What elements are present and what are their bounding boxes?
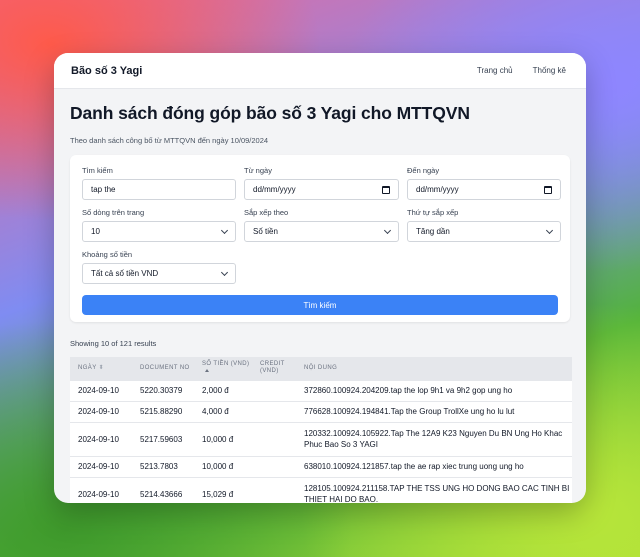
cell-date: 2024-09-10 xyxy=(70,421,132,456)
sort-ascending-icon xyxy=(205,369,209,373)
column-header-amount[interactable]: SỐ TIỀN (VND) xyxy=(194,357,252,380)
cell-amount: 15,029 đ xyxy=(194,476,252,503)
cell-document-no: 5215.88290 xyxy=(132,400,194,422)
cell-amount: 10,000 đ xyxy=(194,455,252,477)
amount-range-select[interactable]: Tất cả số tiền VND xyxy=(82,263,236,284)
cell-document-no: 5213.7803 xyxy=(132,455,194,477)
column-header-document-no[interactable]: DOCUMENT NO xyxy=(132,357,194,380)
chevron-down-icon xyxy=(220,268,229,276)
page-subtitle: Theo danh sách công bố từ MTTQVN đến ngà… xyxy=(70,136,269,145)
cell-credit xyxy=(252,421,296,456)
table-row: 2024-09-10 5215.88290 4,000 đ 776628.100… xyxy=(70,400,572,422)
cell-content: 128105.100924.211158.TAP THE TSS UNG HO … xyxy=(296,476,572,503)
column-header-content[interactable]: NỘI DUNG xyxy=(296,357,572,380)
filter-card: Tìm kiếm tap the Từ ngày dd/mm/yyyy Đến … xyxy=(70,155,570,322)
column-header-credit[interactable]: CREDIT (VND) xyxy=(252,357,296,380)
sort-order-select[interactable]: Tăng dần xyxy=(407,221,561,242)
cell-date: 2024-09-10 xyxy=(70,476,132,503)
sort-by-label: Sắp xếp theo xyxy=(244,208,289,217)
cell-credit xyxy=(252,476,296,503)
cell-date: 2024-09-10 xyxy=(70,379,132,401)
sort-by-select[interactable]: Số tiền xyxy=(244,221,399,242)
main-content: Danh sách đóng góp bão số 3 Yagi cho MTT… xyxy=(54,103,586,503)
search-label: Tìm kiếm xyxy=(82,166,113,175)
table-header: NGÀY ⬍ DOCUMENT NO SỐ TIỀN (VND) CREDIT … xyxy=(70,357,572,380)
donations-table: NGÀY ⬍ DOCUMENT NO SỐ TIỀN (VND) CREDIT … xyxy=(70,357,572,503)
sort-order-label: Thứ tự sắp xếp xyxy=(407,208,459,217)
to-date-label: Đến ngày xyxy=(407,166,440,175)
search-input[interactable]: tap the xyxy=(82,179,236,200)
amount-range-value: Tất cả số tiền VND xyxy=(91,269,159,278)
table-row: 2024-09-10 5214.43666 15,029 đ 128105.10… xyxy=(70,476,572,503)
navbar: Bão số 3 Yagi Trang chủ Thống kê xyxy=(54,53,586,89)
cell-content: 776628.100924.194841.Tap the Group Troll… xyxy=(296,400,572,422)
rows-per-page-value: 10 xyxy=(91,227,100,236)
to-date-input[interactable]: dd/mm/yyyy xyxy=(407,179,561,200)
chevron-down-icon xyxy=(383,226,392,234)
sort-order-field-group: Thứ tự sắp xếp Tăng dần xyxy=(407,208,561,242)
cell-credit xyxy=(252,455,296,477)
from-date-value: dd/mm/yyyy xyxy=(253,185,296,194)
table-row: 2024-09-10 5217.59603 10,000 đ 120332.10… xyxy=(70,421,572,456)
cell-content: 120332.100924.105922.Tap The 12A9 K23 Ng… xyxy=(296,421,572,456)
search-button[interactable]: Tìm kiếm xyxy=(82,295,558,315)
cell-content: 638010.100924.121857.tap the ae rap xiec… xyxy=(296,455,572,477)
results-summary: Showing 10 of 121 results xyxy=(70,339,157,348)
amount-range-label: Khoảng số tiền xyxy=(82,250,133,259)
sort-by-value: Số tiền xyxy=(253,227,278,236)
amount-range-field-group: Khoảng số tiền Tất cả số tiền VND xyxy=(82,250,236,284)
filter-grid: Tìm kiếm tap the Từ ngày dd/mm/yyyy Đến … xyxy=(82,166,561,292)
nav-link-home[interactable]: Trang chủ xyxy=(477,66,513,75)
from-date-field-group: Từ ngày dd/mm/yyyy xyxy=(244,166,399,200)
rows-per-page-select[interactable]: 10 xyxy=(82,221,236,242)
cell-document-no: 5214.43666 xyxy=(132,476,194,503)
page-title: Danh sách đóng góp bão số 3 Yagi cho MTT… xyxy=(70,103,470,123)
chevron-down-icon xyxy=(545,226,554,234)
cell-amount: 10,000 đ xyxy=(194,421,252,456)
cell-document-no: 5220.30379 xyxy=(132,379,194,401)
sort-by-field-group: Sắp xếp theo Số tiền xyxy=(244,208,399,242)
from-date-label: Từ ngày xyxy=(244,166,272,175)
brand-logo[interactable]: Bão số 3 Yagi xyxy=(71,65,142,77)
cell-date: 2024-09-10 xyxy=(70,455,132,477)
rows-per-page-field-group: Số dòng trên trang 10 xyxy=(82,208,236,242)
table-row: 2024-09-10 5220.30379 2,000 đ 372860.100… xyxy=(70,379,572,401)
column-header-date[interactable]: NGÀY ⬍ xyxy=(70,357,132,380)
to-date-field-group: Đến ngày dd/mm/yyyy xyxy=(407,166,561,200)
rows-per-page-label: Số dòng trên trang xyxy=(82,208,145,217)
search-field-group: Tìm kiếm tap the xyxy=(82,166,236,200)
search-input-value: tap the xyxy=(91,185,116,194)
calendar-icon[interactable] xyxy=(544,185,552,194)
cell-credit xyxy=(252,379,296,401)
app-window: Bão số 3 Yagi Trang chủ Thống kê Danh sá… xyxy=(54,53,586,503)
from-date-input[interactable]: dd/mm/yyyy xyxy=(244,179,399,200)
nav-link-stats[interactable]: Thống kê xyxy=(533,66,566,75)
chevron-down-icon xyxy=(220,226,229,234)
to-date-value: dd/mm/yyyy xyxy=(416,185,459,194)
nav-links: Trang chủ Thống kê xyxy=(477,66,566,75)
calendar-icon[interactable] xyxy=(382,185,390,194)
cell-content: 372860.100924.204209.tap the lop 9h1 va … xyxy=(296,379,572,401)
cell-credit xyxy=(252,400,296,422)
cell-amount: 2,000 đ xyxy=(194,379,252,401)
cell-document-no: 5217.59603 xyxy=(132,421,194,456)
cell-amount: 4,000 đ xyxy=(194,400,252,422)
table-body: 2024-09-10 5220.30379 2,000 đ 372860.100… xyxy=(70,379,572,503)
cell-date: 2024-09-10 xyxy=(70,400,132,422)
table-row: 2024-09-10 5213.7803 10,000 đ 638010.100… xyxy=(70,455,572,477)
sort-order-value: Tăng dần xyxy=(416,227,450,236)
